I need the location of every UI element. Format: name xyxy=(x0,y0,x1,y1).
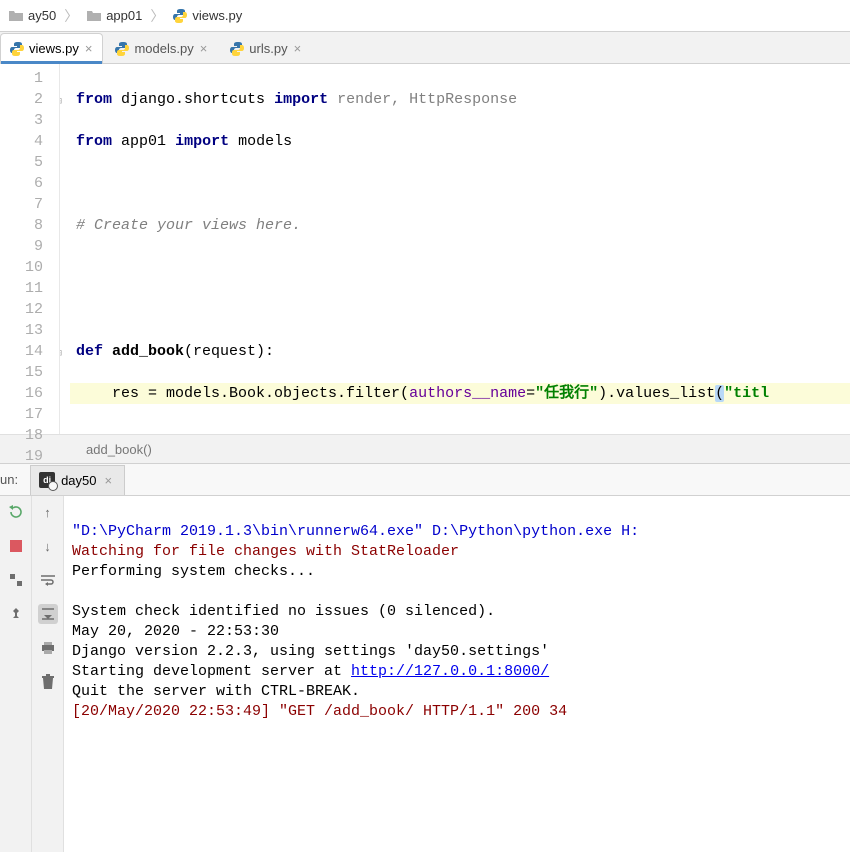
python-icon xyxy=(9,41,25,57)
trash-icon[interactable] xyxy=(38,672,58,692)
breadcrumb-item[interactable]: views.py xyxy=(168,6,246,26)
print-icon[interactable] xyxy=(38,638,58,658)
console-line: "D:\PyCharm 2019.1.3\bin\runnerw64.exe" … xyxy=(72,523,639,540)
fold-icon[interactable]: ⊟ xyxy=(60,92,62,113)
rerun-icon[interactable] xyxy=(6,502,26,522)
stop-icon[interactable] xyxy=(6,536,26,556)
breadcrumb-item[interactable]: ay50 xyxy=(4,6,60,26)
python-icon xyxy=(229,41,245,57)
breadcrumb-label: views.py xyxy=(192,8,242,23)
django-icon: dj xyxy=(39,472,55,488)
close-icon[interactable]: × xyxy=(200,41,208,56)
console-line: Django version 2.2.3, using settings 'da… xyxy=(72,643,549,660)
console-line: [20/May/2020 22:53:49] "GET /add_book/ H… xyxy=(72,703,567,720)
breadcrumb-label: ay50 xyxy=(28,8,56,23)
tab-views[interactable]: views.py × xyxy=(0,33,103,63)
fold-icon[interactable]: ⊟ xyxy=(60,344,62,365)
console-line: System check identified no issues (0 sil… xyxy=(72,603,495,620)
folder-icon xyxy=(8,8,24,24)
context-bar: add_book() xyxy=(0,434,850,464)
tab-models[interactable]: models.py × xyxy=(105,33,218,63)
python-icon xyxy=(172,8,188,24)
context-label: add_book() xyxy=(86,442,152,457)
up-icon[interactable]: ↑ xyxy=(38,502,58,522)
console-line: Quit the server with CTRL-BREAK. xyxy=(72,683,360,700)
python-icon xyxy=(114,41,130,57)
code-editor[interactable]: 12345678910111213141516171819 ⊟from djan… xyxy=(0,64,850,434)
soft-wrap-icon[interactable] xyxy=(38,570,58,590)
tab-urls[interactable]: urls.py × xyxy=(220,33,312,63)
breadcrumb-bar: ay50 〉 app01 〉 views.py xyxy=(0,0,850,32)
console-line: Performing system checks... xyxy=(72,563,315,580)
run-toolwindow-header: un: dj day50 × xyxy=(0,464,850,496)
run-toolwindow: ↑ ↓ "D:\PyCharm 2019.1.3\bin\runnerw64.e… xyxy=(0,496,850,852)
pin-icon[interactable] xyxy=(6,604,26,624)
editor-tabs: views.py × models.py × urls.py × xyxy=(0,32,850,64)
console-line: Starting development server at http://12… xyxy=(72,663,549,680)
console-line: Watching for file changes with StatReloa… xyxy=(72,543,459,560)
tab-label: urls.py xyxy=(249,41,287,56)
breadcrumb-label: app01 xyxy=(106,8,142,23)
code-area[interactable]: ⊟from django.shortcuts import render, Ht… xyxy=(60,64,850,434)
close-icon[interactable]: × xyxy=(85,41,93,56)
server-url-link[interactable]: http://127.0.0.1:8000/ xyxy=(351,663,549,680)
breadcrumb-item[interactable]: app01 xyxy=(82,6,146,26)
console-output[interactable]: "D:\PyCharm 2019.1.3\bin\runnerw64.exe" … xyxy=(64,496,850,852)
run-tab-label: day50 xyxy=(61,473,96,488)
chevron-right-icon: 〉 xyxy=(150,6,164,26)
run-toolbar-right: ↑ ↓ xyxy=(32,496,64,852)
restart-icon[interactable] xyxy=(6,570,26,590)
run-label: un: xyxy=(0,472,26,487)
run-toolbar-left xyxy=(0,496,32,852)
down-icon[interactable]: ↓ xyxy=(38,536,58,556)
folder-icon xyxy=(86,8,102,24)
close-icon[interactable]: × xyxy=(294,41,302,56)
tab-label: models.py xyxy=(134,41,193,56)
line-gutter: 12345678910111213141516171819 xyxy=(0,64,60,434)
console-line: May 20, 2020 - 22:53:30 xyxy=(72,623,279,640)
run-tab[interactable]: dj day50 × xyxy=(30,465,125,495)
close-icon[interactable]: × xyxy=(105,473,113,488)
tab-label: views.py xyxy=(29,41,79,56)
chevron-right-icon: 〉 xyxy=(64,6,78,26)
scroll-to-end-icon[interactable] xyxy=(38,604,58,624)
